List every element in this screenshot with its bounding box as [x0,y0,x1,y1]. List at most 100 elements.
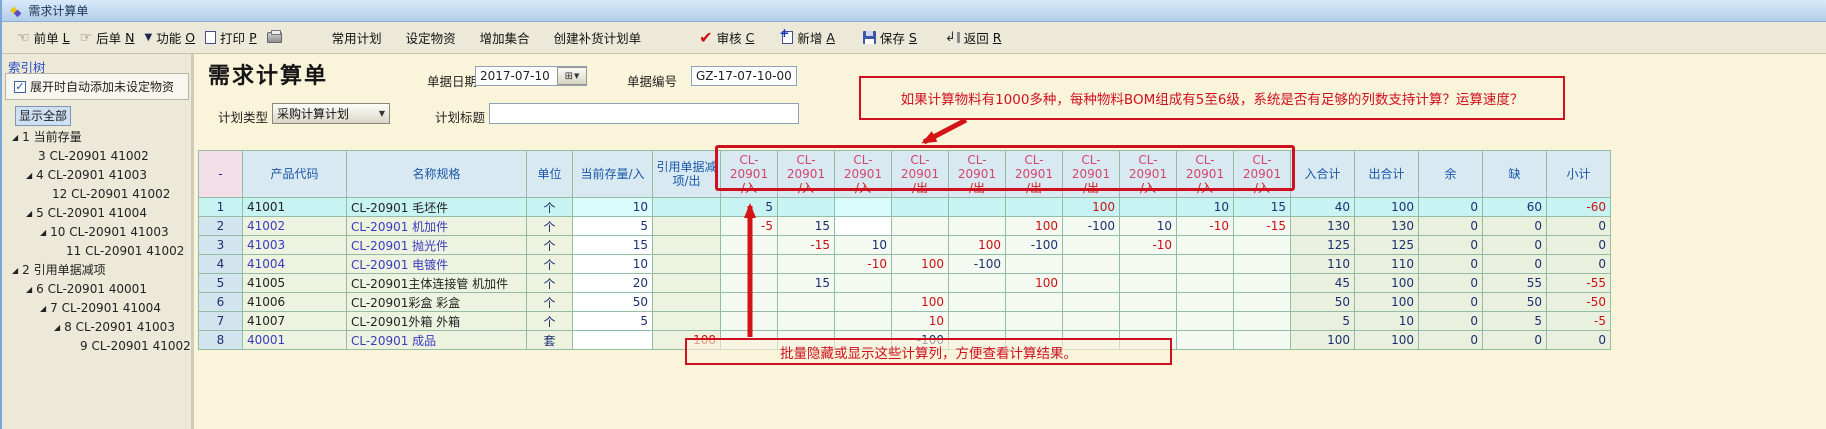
cell-product-code[interactable]: 41002 [243,217,347,236]
cell-total-value[interactable]: 0 [1483,255,1547,274]
cell-cl-value[interactable] [721,236,778,255]
cell-cl-value[interactable] [1006,198,1063,217]
cell-cl-value[interactable] [949,312,1006,331]
cell-total-value[interactable]: 0 [1419,255,1483,274]
next-doc-button[interactable]: ☞ 后单N [75,25,140,50]
cell-product-code[interactable]: 41004 [243,255,347,274]
cell-current-stock-in[interactable]: 15 [573,236,653,255]
cell-cl-value[interactable]: -100 [949,255,1006,274]
cell-cl-value[interactable] [835,198,892,217]
cell-cl-value[interactable]: 100 [892,255,949,274]
cell-total-value[interactable]: 0 [1483,217,1547,236]
cell-cl-value[interactable]: -10 [835,255,892,274]
cell-total-value[interactable]: 100 [1355,331,1419,350]
cell-cl-value[interactable]: 15 [778,217,835,236]
tree-item[interactable]: 11 CL-20901 41002 [6,242,192,261]
cell-cl-value[interactable]: 100 [892,293,949,312]
common-plan-button[interactable]: 常用计划 [327,25,387,50]
cell-product-code[interactable]: 41007 [243,312,347,331]
cell-total-value[interactable]: 110 [1355,255,1419,274]
cell-total-value[interactable]: 0 [1419,198,1483,217]
cell-cl-value[interactable] [1063,255,1120,274]
cell-cl-value[interactable] [1234,274,1291,293]
cell-current-stock-in[interactable]: 5 [573,312,653,331]
cell-total-value[interactable]: 0 [1547,236,1611,255]
cell-ref-deduction-out[interactable] [653,198,721,217]
cell-total-value[interactable]: 100 [1291,331,1355,350]
cell-total-value[interactable]: 0 [1547,331,1611,350]
cell-total-value[interactable]: 10 [1355,312,1419,331]
cell-cl-value[interactable] [1234,312,1291,331]
cell-total-value[interactable]: 5 [1483,312,1547,331]
cell-cl-value[interactable] [1177,293,1234,312]
cell-cl-value[interactable] [721,293,778,312]
create-replenishment-plan-button[interactable]: 创建补货计划单 [549,25,647,50]
cell-cl-value[interactable] [1177,274,1234,293]
cell-unit[interactable]: 个 [527,293,573,312]
cell-cl-value[interactable] [1120,255,1177,274]
cell-cl-value[interactable] [1177,255,1234,274]
cell-row-number[interactable]: 5 [199,274,243,293]
cell-cl-value[interactable]: 10 [1177,198,1234,217]
cell-cl-value[interactable] [1234,236,1291,255]
cell-cl-value[interactable]: 10 [1120,217,1177,236]
cell-unit[interactable]: 个 [527,217,573,236]
cell-cl-value[interactable] [721,274,778,293]
tree-item[interactable]: ◢10 CL-20901 41003 [6,223,192,242]
cell-cl-value[interactable] [892,236,949,255]
cell-cl-value[interactable]: 100 [1006,274,1063,293]
tree-item[interactable]: ◢6 CL-20901 40001 [6,280,192,299]
tree-item[interactable]: ◢2 引用单据减项 [6,261,192,280]
cell-total-value[interactable]: 0 [1419,274,1483,293]
cell-name-spec[interactable]: CL-20901主体连接管 机加件 [347,274,527,293]
cell-cl-value[interactable] [1120,293,1177,312]
cell-unit[interactable]: 个 [527,274,573,293]
cell-name-spec[interactable]: CL-20901彩盒 彩盒 [347,293,527,312]
cell-total-value[interactable]: 5 [1291,312,1355,331]
cell-ref-deduction-out[interactable] [653,236,721,255]
cell-total-value[interactable]: 130 [1355,217,1419,236]
cell-cl-value[interactable]: -100 [1006,236,1063,255]
cell-current-stock-in[interactable]: 10 [573,198,653,217]
cell-cl-value[interactable] [1006,255,1063,274]
cell-product-code[interactable]: 40001 [243,331,347,350]
auto-add-checkbox[interactable]: ✓ [14,81,26,93]
cell-ref-deduction-out[interactable] [653,217,721,236]
cell-cl-value[interactable]: -10 [1120,236,1177,255]
tree-expand-icon[interactable]: ◢ [26,204,32,223]
cell-unit[interactable]: 套 [527,331,573,350]
tree-expand-icon[interactable]: ◢ [12,128,18,147]
cell-unit[interactable]: 个 [527,255,573,274]
tree-item[interactable]: ◢5 CL-20901 41004 [6,204,192,223]
cell-cl-value[interactable] [1234,331,1291,350]
cell-ref-deduction-out[interactable] [653,293,721,312]
cell-cl-value[interactable]: 10 [892,312,949,331]
cell-cl-value[interactable] [778,293,835,312]
print-button[interactable]: 打印P [200,25,262,50]
tree-expand-icon[interactable]: ◢ [26,280,32,299]
cell-cl-value[interactable]: -5 [721,217,778,236]
cell-total-value[interactable]: 100 [1355,293,1419,312]
cell-total-value[interactable]: 50 [1483,293,1547,312]
cell-total-value[interactable]: 130 [1291,217,1355,236]
cell-product-code[interactable]: 41006 [243,293,347,312]
cell-cl-value[interactable] [892,198,949,217]
new-button[interactable]: 新增A [777,25,840,50]
cell-cl-value[interactable] [835,312,892,331]
cell-ref-deduction-out[interactable] [653,274,721,293]
tree-expand-icon[interactable]: ◢ [12,261,18,280]
tree-item[interactable]: ◢1 当前存量 [6,128,192,147]
cell-cl-value[interactable] [1120,198,1177,217]
cell-cl-value[interactable] [1234,255,1291,274]
save-button[interactable]: 保存S [858,25,922,50]
doc-no-input[interactable] [691,66,797,86]
cell-total-value[interactable]: 0 [1483,331,1547,350]
cell-current-stock-in[interactable]: 50 [573,293,653,312]
tree-item[interactable]: 12 CL-20901 41002 [6,185,192,204]
cell-cl-value[interactable]: 100 [1063,198,1120,217]
cell-current-stock-in[interactable]: 20 [573,274,653,293]
cell-total-value[interactable]: -5 [1547,312,1611,331]
cell-cl-value[interactable] [721,312,778,331]
set-materials-button[interactable]: 设定物资 [401,25,461,50]
cell-product-code[interactable]: 41003 [243,236,347,255]
